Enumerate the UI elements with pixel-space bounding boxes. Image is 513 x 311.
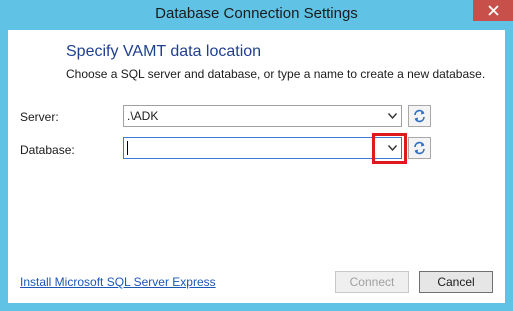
page-heading: Specify VAMT data location: [66, 43, 262, 60]
dialog-body: Specify VAMT data location Choose a SQL …: [8, 30, 505, 303]
title-bar[interactable]: Database Connection Settings: [0, 0, 513, 28]
database-combobox[interactable]: [123, 137, 402, 159]
text-caret: [127, 141, 128, 155]
server-value: .\ADK: [127, 109, 159, 123]
close-icon: [487, 5, 499, 16]
install-sql-express-link[interactable]: Install Microsoft SQL Server Express: [20, 275, 216, 289]
connect-button[interactable]: Connect: [335, 271, 409, 293]
page-subheading: Choose a SQL server and database, or typ…: [66, 67, 486, 81]
chevron-down-icon: [388, 113, 397, 119]
server-refresh-button[interactable]: [408, 105, 431, 127]
highlight-box: [372, 133, 407, 164]
cancel-button[interactable]: Cancel: [419, 271, 493, 293]
refresh-icon: [414, 141, 425, 155]
database-label: Database:: [20, 143, 75, 157]
server-dropdown-button[interactable]: [384, 106, 401, 126]
window-title: Database Connection Settings: [155, 5, 358, 22]
refresh-icon: [414, 109, 425, 123]
server-label: Server:: [20, 110, 59, 124]
server-combobox[interactable]: .\ADK: [123, 105, 402, 127]
dialog-window: Database Connection Settings Specify VAM…: [0, 0, 513, 311]
close-button[interactable]: [473, 0, 513, 21]
database-refresh-button[interactable]: [408, 137, 431, 159]
